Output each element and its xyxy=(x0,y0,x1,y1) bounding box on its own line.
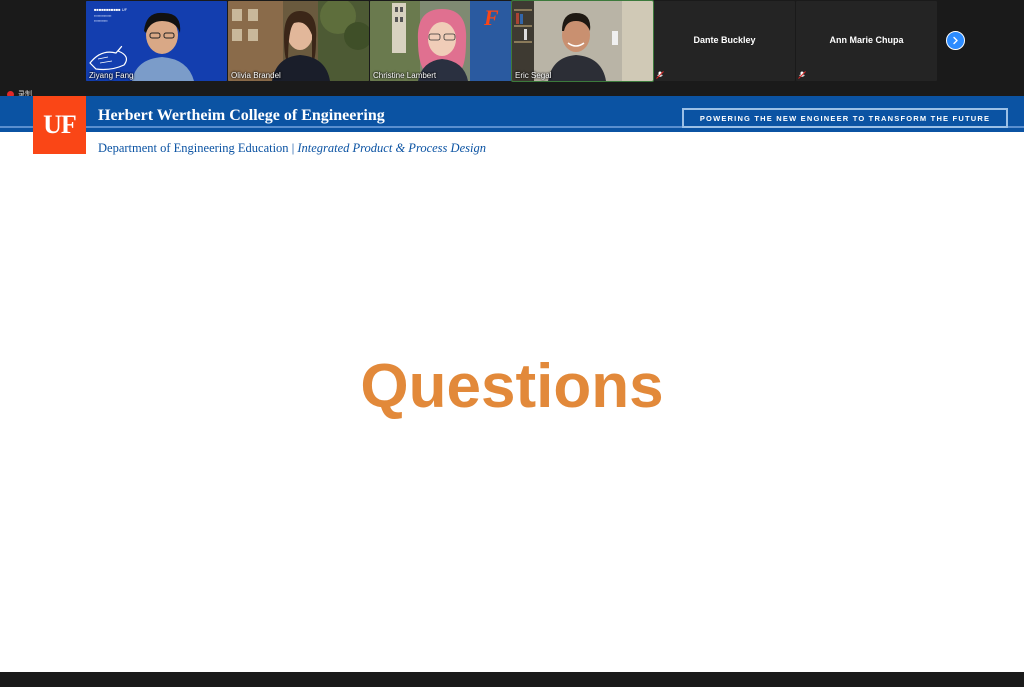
separator: | xyxy=(288,141,298,155)
department-name: Department of Engineering Education xyxy=(98,141,289,155)
department-line: Department of Engineering Education | In… xyxy=(98,141,486,156)
slide-title: Questions xyxy=(360,352,664,421)
participant-name: Christine Lambert xyxy=(373,71,437,80)
uf-logo-text: UF xyxy=(43,110,77,139)
participant-tile-ziyang-fang[interactable]: ■■■■■■■■■■■ UF ▪▪▪▪▪▪▪▪▪▪▪▪▪▪ ▪▪▪▪▪▪▪▪▪▪… xyxy=(86,1,227,81)
svg-text:■■■■■■■■■■■ UF: ■■■■■■■■■■■ UF xyxy=(94,7,128,12)
college-name: Herbert Wertheim College of Engineering xyxy=(98,107,385,124)
svg-text:▪▪▪▪▪▪▪▪▪▪▪▪▪▪: ▪▪▪▪▪▪▪▪▪▪▪▪▪▪ xyxy=(94,14,111,18)
muted-microphone-icon xyxy=(656,71,664,79)
video-gallery-strip: ■■■■■■■■■■■ UF ▪▪▪▪▪▪▪▪▪▪▪▪▪▪ ▪▪▪▪▪▪▪▪▪▪… xyxy=(0,0,1024,84)
next-page-button[interactable] xyxy=(946,31,965,50)
participant-tile-eric-segal[interactable]: Eric Segal xyxy=(511,0,654,82)
participant-video xyxy=(228,1,369,81)
bottom-toolbar-edge xyxy=(0,672,1024,687)
participant-name: Eric Segal xyxy=(515,71,552,80)
tagline-box: POWERING THE NEW ENGINEER TO TRANSFORM T… xyxy=(682,108,1008,128)
program-name: Integrated Product & Process Design xyxy=(297,141,486,155)
tagline-text: POWERING THE NEW ENGINEER TO TRANSFORM T… xyxy=(699,113,991,123)
zoom-meeting-window: ■■■■■■■■■■■ UF ▪▪▪▪▪▪▪▪▪▪▪▪▪▪ ▪▪▪▪▪▪▪▪▪▪… xyxy=(0,0,1024,687)
shared-screen-slide: UF Herbert Wertheim College of Engineeri… xyxy=(0,96,1024,672)
svg-text:▪▪▪▪▪▪▪▪▪▪▪: ▪▪▪▪▪▪▪▪▪▪▪ xyxy=(94,19,108,23)
participant-name: Olivia Brandel xyxy=(231,71,281,80)
participant-name: Dante Buckley xyxy=(693,35,756,45)
participant-tile-dante-buckley[interactable]: Dante Buckley xyxy=(654,1,795,81)
svg-text:F: F xyxy=(483,5,499,30)
participant-tile-ann-marie-chupa[interactable]: Ann Marie Chupa xyxy=(796,1,937,81)
participant-video xyxy=(512,1,653,81)
participant-name: Ann Marie Chupa xyxy=(829,35,904,45)
muted-microphone-icon xyxy=(798,71,806,79)
chevron-right-icon xyxy=(953,36,958,45)
participant-tile-christine-lambert[interactable]: F Christine Lambert xyxy=(370,1,511,81)
participant-video: F xyxy=(370,1,511,81)
participant-video: ■■■■■■■■■■■ UF ▪▪▪▪▪▪▪▪▪▪▪▪▪▪ ▪▪▪▪▪▪▪▪▪▪… xyxy=(86,1,227,81)
participant-tile-olivia-brandel[interactable]: Olivia Brandel xyxy=(228,1,369,81)
participant-name: Ziyang Fang xyxy=(89,71,134,80)
uf-logo: UF xyxy=(33,96,86,154)
